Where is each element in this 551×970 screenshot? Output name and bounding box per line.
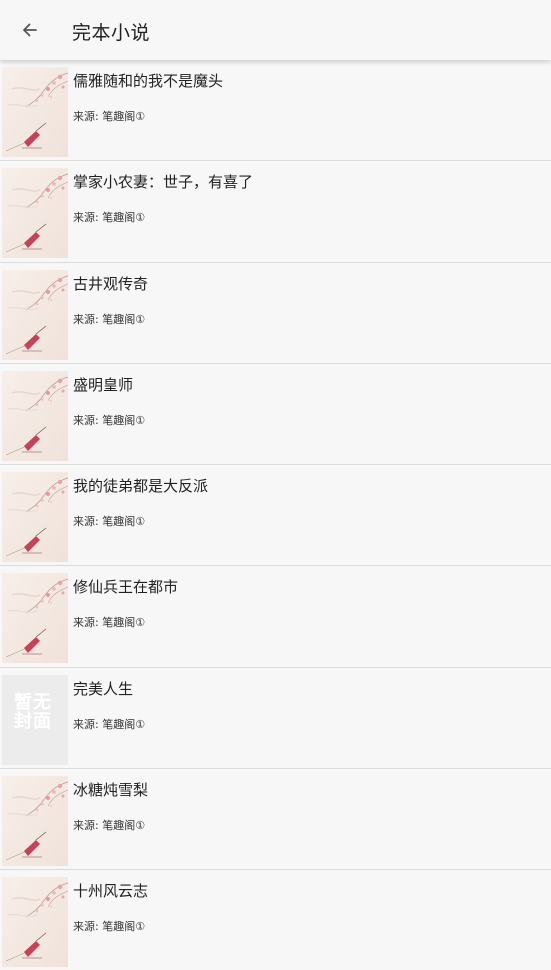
source-prefix: 来源:	[73, 515, 103, 529]
book-row[interactable]: 古井观传奇来源: 笔趣阁①	[0, 263, 551, 364]
book-source: 来源: 笔趣阁①	[73, 209, 145, 225]
book-cover	[2, 472, 68, 563]
source-prefix: 来源:	[73, 312, 103, 326]
source-prefix: 来源:	[73, 717, 103, 731]
book-row[interactable]: 掌家小农妻：世子，有喜了 来源: 笔趣阁①	[0, 161, 551, 263]
book-source: 来源: 笔趣阁①	[73, 513, 145, 529]
book-cover-art	[2, 67, 68, 157]
source-name: 笔趣阁①	[102, 819, 146, 833]
source-name: 笔趣阁①	[102, 616, 146, 630]
placeholder-text: 暂无封面	[14, 691, 52, 732]
source-prefix: 来源:	[73, 110, 103, 123]
arrow-left-icon	[23, 23, 37, 37]
book-row[interactable]: 冰糖炖雪梨来源: 笔趣阁①	[0, 769, 551, 871]
book-cover-art	[2, 573, 68, 664]
book-title: 盛明皇师	[73, 375, 134, 394]
book-row[interactable]: 我的徒弟都是大反派 来源: 笔趣阁①	[0, 465, 551, 567]
toolbar: 完本小说	[0, 0, 551, 60]
app-root: 完本小说 儒雅随和的我不是魔头 来源: 笔趣阁① 掌家小农妻：世子，有喜了 来源…	[0, 0, 551, 970]
book-title: 十州风云志	[73, 882, 149, 901]
source-name: 笔趣阁①	[102, 110, 146, 123]
source-prefix: 来源:	[73, 819, 103, 833]
book-cover	[2, 269, 68, 360]
source-prefix: 来源:	[73, 413, 103, 427]
book-list: 儒雅随和的我不是魔头 来源: 笔趣阁① 掌家小农妻：世子，有喜了 来源: 笔趣阁① …	[0, 60, 551, 970]
book-cover-art	[2, 877, 68, 968]
source-name: 笔趣阁①	[102, 920, 146, 934]
page-title: 完本小说	[72, 22, 151, 44]
book-cover-art	[2, 168, 68, 259]
book-cover	[2, 67, 68, 157]
source-name: 笔趣阁①	[102, 312, 146, 326]
book-source: 来源: 笔趣阁①	[73, 614, 145, 630]
book-title: 完美人生	[73, 679, 134, 698]
book-cover-art	[2, 370, 68, 461]
book-row[interactable]: 儒雅随和的我不是魔头 来源: 笔趣阁①	[0, 60, 551, 162]
source-name: 笔趣阁①	[102, 413, 146, 427]
book-cover	[2, 168, 68, 259]
book-source: 来源: 笔趣阁①	[73, 311, 145, 327]
book-title: 冰糖炖雪梨	[73, 781, 149, 800]
book-title: 古井观传奇	[73, 274, 149, 293]
book-source: 来源: 笔趣阁①	[73, 817, 145, 833]
book-cover	[2, 370, 68, 461]
book-title: 我的徒弟都是大反派	[73, 477, 209, 496]
book-cover-placeholder: 暂无封面	[2, 674, 68, 765]
source-name: 笔趣阁①	[102, 211, 146, 225]
book-title: 修仙兵王在都市	[73, 578, 179, 597]
book-title: 掌家小农妻：世子，有喜了	[73, 173, 254, 192]
book-title: 儒雅随和的我不是魔头	[73, 72, 224, 90]
source-prefix: 来源:	[73, 616, 103, 630]
book-source: 来源: 笔趣阁①	[73, 716, 145, 732]
book-cover	[2, 776, 68, 867]
book-cover	[2, 877, 68, 968]
book-cover-art	[2, 269, 68, 360]
book-source: 来源: 笔趣阁①	[73, 108, 145, 124]
book-cover-art	[2, 472, 68, 563]
source-name: 笔趣阁①	[102, 515, 146, 529]
book-source: 来源: 笔趣阁①	[73, 918, 145, 934]
book-row[interactable]: 暂无封面 完美人生来源: 笔趣阁①	[0, 668, 551, 770]
book-cover-art	[2, 776, 68, 867]
source-name: 笔趣阁①	[102, 717, 146, 731]
book-cover	[2, 573, 68, 664]
book-row[interactable]: 十州风云志来源: 笔趣阁①	[0, 870, 551, 970]
back-button[interactable]	[10, 10, 50, 50]
book-row[interactable]: 修仙兵王在都市 来源: 笔趣阁①	[0, 566, 551, 668]
book-source: 来源: 笔趣阁①	[73, 412, 145, 428]
source-prefix: 来源:	[73, 920, 103, 934]
source-prefix: 来源:	[73, 211, 103, 225]
book-row[interactable]: 盛明皇师来源: 笔趣阁①	[0, 364, 551, 466]
